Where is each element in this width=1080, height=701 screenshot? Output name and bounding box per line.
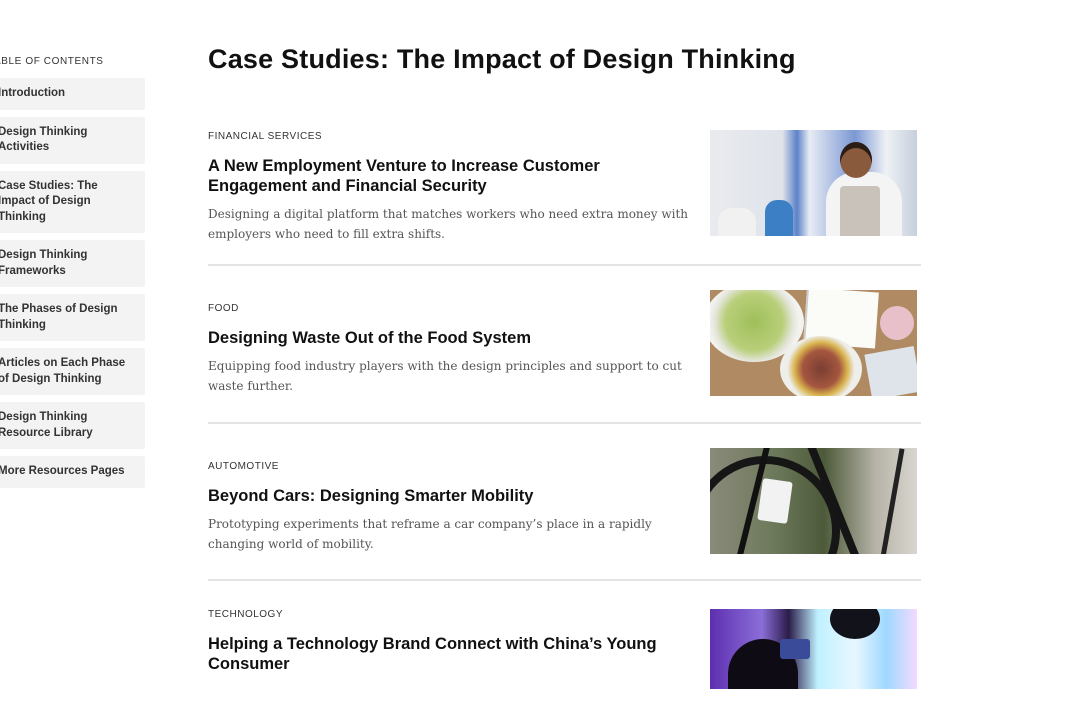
image-detail <box>840 142 872 178</box>
case-image-food-plates[interactable] <box>710 290 917 396</box>
case-title-link[interactable]: Beyond Cars: Designing Smarter Mobility <box>208 486 693 506</box>
case-title-link[interactable]: Designing Waste Out of the Food System <box>208 328 693 348</box>
case-study-card: AUTOMOTIVE Beyond Cars: Designing Smarte… <box>208 424 921 581</box>
case-title-link[interactable]: Helping a Technology Brand Connect with … <box>208 634 693 674</box>
toc-heading: TABLE OF CONTENTS <box>0 56 104 67</box>
image-detail <box>780 336 862 396</box>
image-detail <box>864 346 917 396</box>
case-text: TECHNOLOGY Helping a Technology Brand Co… <box>208 581 693 674</box>
case-image-worker-in-kitchen[interactable] <box>710 130 917 236</box>
image-detail <box>880 448 905 554</box>
case-description: Prototyping experiments that reframe a c… <box>208 517 652 551</box>
case-category: AUTOMOTIVE <box>208 461 279 472</box>
case-description: Designing a digital platform that matche… <box>208 207 689 241</box>
case-text: FINANCIAL SERVICES A New Employment Vent… <box>208 115 693 244</box>
image-detail <box>765 200 793 236</box>
toc-item-phases-of-design-thinking[interactable]: The Phases of Design Thinking <box>0 294 145 341</box>
image-detail <box>757 478 793 524</box>
image-detail <box>840 186 880 236</box>
toc-item-resource-library[interactable]: Design Thinking Resource Library <box>0 402 145 449</box>
image-detail <box>822 142 902 236</box>
toc-item-case-studies[interactable]: Case Studies: The Impact of Design Think… <box>0 170 145 233</box>
case-studies-list: FINANCIAL SERVICES A New Employment Vent… <box>208 115 921 701</box>
image-detail <box>880 306 914 340</box>
toc-item-design-thinking-activities[interactable]: Design Thinking Activities <box>0 116 145 164</box>
case-text: FOOD Designing Waste Out of the Food Sys… <box>208 266 693 396</box>
toc-item-articles-on-each-phase[interactable]: Articles on Each Phase of Design Thinkin… <box>0 348 145 395</box>
case-study-card: TECHNOLOGY Helping a Technology Brand Co… <box>208 581 921 701</box>
toc-item-more-resources[interactable]: More Resources Pages <box>0 456 145 488</box>
image-detail <box>780 639 810 659</box>
case-category: FINANCIAL SERVICES <box>208 131 323 142</box>
case-image-neon-lights[interactable] <box>710 609 917 689</box>
case-category: TECHNOLOGY <box>208 609 284 620</box>
case-study-card: FINANCIAL SERVICES A New Employment Vent… <box>208 115 921 266</box>
case-title-link[interactable]: A New Employment Venture to Increase Cus… <box>208 156 693 196</box>
image-detail <box>830 609 880 639</box>
case-category: FOOD <box>208 303 239 314</box>
toc-item-introduction[interactable]: Introduction <box>0 78 145 110</box>
toc-item-design-thinking-frameworks[interactable]: Design Thinking Frameworks <box>0 240 145 287</box>
case-description: Equipping food industry players with the… <box>208 359 682 393</box>
case-text: AUTOMOTIVE Beyond Cars: Designing Smarte… <box>208 424 693 554</box>
image-detail <box>718 208 756 236</box>
case-image-bicycle[interactable] <box>710 448 917 554</box>
table-of-contents: TABLE OF CONTENTS Introduction Design Th… <box>0 56 145 495</box>
page-title: Case Studies: The Impact of Design Think… <box>208 44 796 74</box>
case-study-card: FOOD Designing Waste Out of the Food Sys… <box>208 266 921 424</box>
